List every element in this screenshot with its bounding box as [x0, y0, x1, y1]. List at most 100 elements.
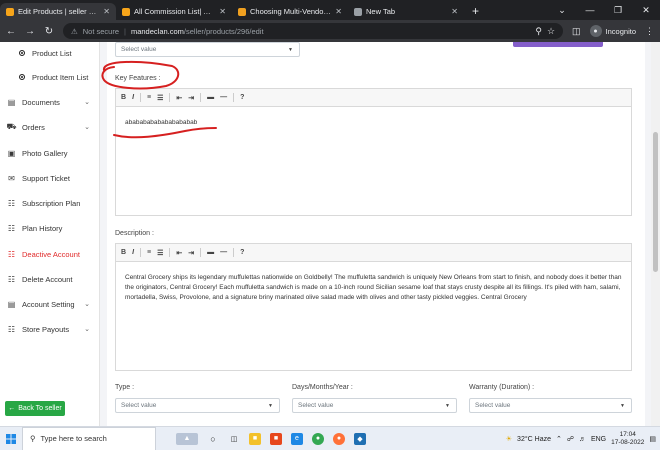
editor-tool-button[interactable]: B — [121, 94, 126, 101]
top-select-value: Select value — [121, 46, 157, 53]
sidebar-item-delete-account[interactable]: ☷ Delete Account — [0, 273, 100, 285]
firefox-icon[interactable]: ● — [333, 432, 345, 445]
type-label: Type : — [115, 384, 135, 391]
minimize-icon[interactable]: — — [576, 0, 604, 20]
editor-tool-button[interactable]: I — [132, 249, 134, 256]
days-select[interactable]: Select value ▼ — [292, 398, 457, 413]
editor-tool-button[interactable]: ▬ — [207, 94, 214, 101]
close-tab-icon[interactable]: ✕ — [219, 7, 226, 16]
address-bar[interactable]: ⚠ Not secure | mandeclan.com/seller/prod… — [63, 23, 564, 39]
file-explorer-icon[interactable]: ■ — [249, 432, 261, 445]
chevron-down-icon: ⌄ — [84, 124, 90, 131]
chevron-down-icon: ⌄ — [84, 301, 90, 308]
close-window-icon[interactable]: ✕ — [632, 0, 660, 20]
editor-tool-button[interactable]: ⇤ — [176, 249, 182, 257]
incognito-indicator[interactable]: ● Incognito — [589, 25, 636, 37]
network-icon[interactable]: ☍ — [567, 435, 574, 443]
chrome-icon[interactable]: ● — [312, 432, 324, 445]
sidebar-item-store-payouts[interactable]: ☷ Store Payouts ⌄ — [0, 323, 100, 335]
warranty-select[interactable]: Select value ▼ — [469, 398, 632, 413]
update-button[interactable] — [513, 42, 603, 47]
windows-taskbar: ⚲ Type here to search ▲ ○ ◫ ■ ■ e ● ● ◆ … — [0, 426, 660, 450]
type-select[interactable]: Select value ▼ — [115, 398, 280, 413]
key-features-toolbar: B I ≡ ☰ ⇤ ⇥ ▬ —? — [116, 89, 631, 107]
sidebar-item-plan-history[interactable]: ☷ Plan History — [0, 222, 100, 234]
editor-tool-button[interactable]: — — [220, 249, 227, 256]
user-x-icon: ☷ — [7, 249, 16, 259]
editor-tool-button[interactable]: ? — [240, 249, 244, 256]
image-icon: ▣ — [7, 148, 16, 158]
browser-tab[interactable]: New Tab ✕ — [348, 3, 464, 20]
notification-icon[interactable]: ▤ — [649, 435, 656, 443]
sidebar-item-support-ticket[interactable]: ✉ Support Ticket — [0, 172, 100, 184]
volume-icon[interactable]: ♬ — [579, 436, 586, 443]
main-content: Select value ▼ Key Features : B I ≡ ☰ ⇤ ⇥ ▬ —? … — [101, 42, 651, 426]
editor-tool-button[interactable]: ⇥ — [188, 94, 194, 102]
edge-browser-icon[interactable]: e — [291, 432, 303, 445]
editor-tool-button[interactable]: ≡ — [147, 249, 151, 256]
close-tab-icon[interactable]: ✕ — [451, 7, 458, 16]
taskbar-search[interactable]: ⚲ Type here to search — [22, 426, 156, 450]
key-features-text[interactable]: abababababababababab — [116, 107, 631, 135]
tab-favicon-icon — [6, 7, 14, 16]
maximize-icon[interactable]: ❐ — [604, 0, 632, 20]
browser-tab[interactable]: All Commission List| Admin Mand ✕ — [116, 3, 232, 20]
cortana-icon[interactable]: ○ — [207, 433, 219, 445]
url-host: mandeclan.com — [130, 26, 184, 36]
browser-tab[interactable]: Edit Products | seller Mande Clan✕ — [0, 3, 116, 20]
editor-tool-button[interactable]: I — [132, 94, 134, 101]
sidebar-item-subscription-plan[interactable]: ☷ Subscription Plan — [0, 197, 100, 209]
sidebar-item-account-setting[interactable]: ▤ Account Setting ⌄ — [0, 298, 100, 310]
toolbar-separator — [200, 93, 202, 102]
editor-tool-button[interactable]: B — [121, 249, 126, 256]
editor-tool-button[interactable]: ⇥ — [188, 249, 194, 257]
sidebar-item-documents[interactable]: ▤ Documents ⌄ — [0, 96, 100, 108]
sidebar-item-deactive-account[interactable]: ☷ Deactive Account — [0, 248, 100, 260]
back-to-seller-button[interactable]: ← Back To seller — [5, 401, 65, 416]
editor-tool-button[interactable]: ≡ — [147, 94, 151, 101]
back-arrow-icon[interactable]: ← — [6, 26, 16, 37]
close-tab-icon[interactable]: ✕ — [335, 7, 342, 16]
editor-tool-button[interactable]: ☰ — [157, 94, 163, 102]
windows-logo-icon — [6, 433, 16, 444]
sidebar-item-product-list[interactable]: Product List — [0, 47, 100, 59]
vscode-icon[interactable]: ◆ — [354, 432, 366, 445]
key-features-editor[interactable]: B I ≡ ☰ ⇤ ⇥ ▬ —? abababababababababab — [115, 88, 632, 216]
windows-start-button[interactable] — [0, 427, 22, 450]
editor-tool-button[interactable]: ☰ — [157, 249, 163, 257]
sidebar-item-orders[interactable]: ⛟ Orders ⌄ — [0, 121, 100, 133]
description-editor[interactable]: B I ≡ ☰ ⇤ ⇥ ▬ —? Central Grocery ships its lege… — [115, 243, 632, 371]
warranty-select-value: Select value — [475, 402, 511, 409]
browser-tab[interactable]: Choosing Multi-Vendor eComme ✕ — [232, 3, 348, 20]
scrollbar-thumb[interactable] — [653, 132, 658, 272]
close-tab-icon[interactable]: ✕ — [103, 7, 110, 16]
sidebar-item-product-item-list[interactable]: Product Item List — [0, 71, 100, 83]
search-icon[interactable]: ⚲ — [535, 26, 542, 37]
new-tab-button[interactable]: + — [464, 3, 487, 20]
top-select[interactable]: Select value ▼ — [115, 42, 300, 57]
tab-title: New Tab — [366, 7, 396, 16]
editor-tool-button[interactable]: ⇤ — [176, 94, 182, 102]
page-scrollbar[interactable] — [651, 42, 660, 426]
news-widget-icon[interactable]: ▲ — [176, 432, 198, 445]
clock[interactable]: 17:04 17-08-2022 — [611, 431, 644, 447]
tray-up-icon[interactable]: ⌃ — [556, 435, 562, 443]
editor-tool-button[interactable]: — — [220, 94, 227, 101]
forward-arrow-icon[interactable]: → — [25, 26, 35, 37]
editor-tool-button[interactable]: ▬ — [207, 249, 214, 256]
office-icon[interactable]: ■ — [270, 432, 282, 445]
chevron-down-icon[interactable]: ⌄ — [548, 0, 576, 20]
weather-text[interactable]: 32°C Haze — [517, 436, 551, 443]
clock-date: 17-08-2022 — [611, 439, 645, 446]
sidepanel-icon[interactable]: ◫ — [572, 26, 581, 37]
reload-icon[interactable]: ↻ — [44, 26, 54, 37]
editor-tool-button[interactable]: ? — [240, 94, 244, 101]
language-label[interactable]: ENG — [591, 436, 606, 443]
sidebar-item-photo-gallery[interactable]: ▣ Photo Gallery — [0, 147, 100, 159]
task-view-icon[interactable]: ◫ — [228, 433, 240, 445]
tab-favicon-icon — [122, 7, 130, 16]
menu-icon[interactable]: ⋮ — [645, 26, 654, 37]
bookmark-star-icon[interactable]: ☆ — [547, 26, 555, 37]
toolbar-separator — [169, 248, 171, 257]
description-text[interactable]: Central Grocery ships its legendary muff… — [116, 262, 631, 310]
